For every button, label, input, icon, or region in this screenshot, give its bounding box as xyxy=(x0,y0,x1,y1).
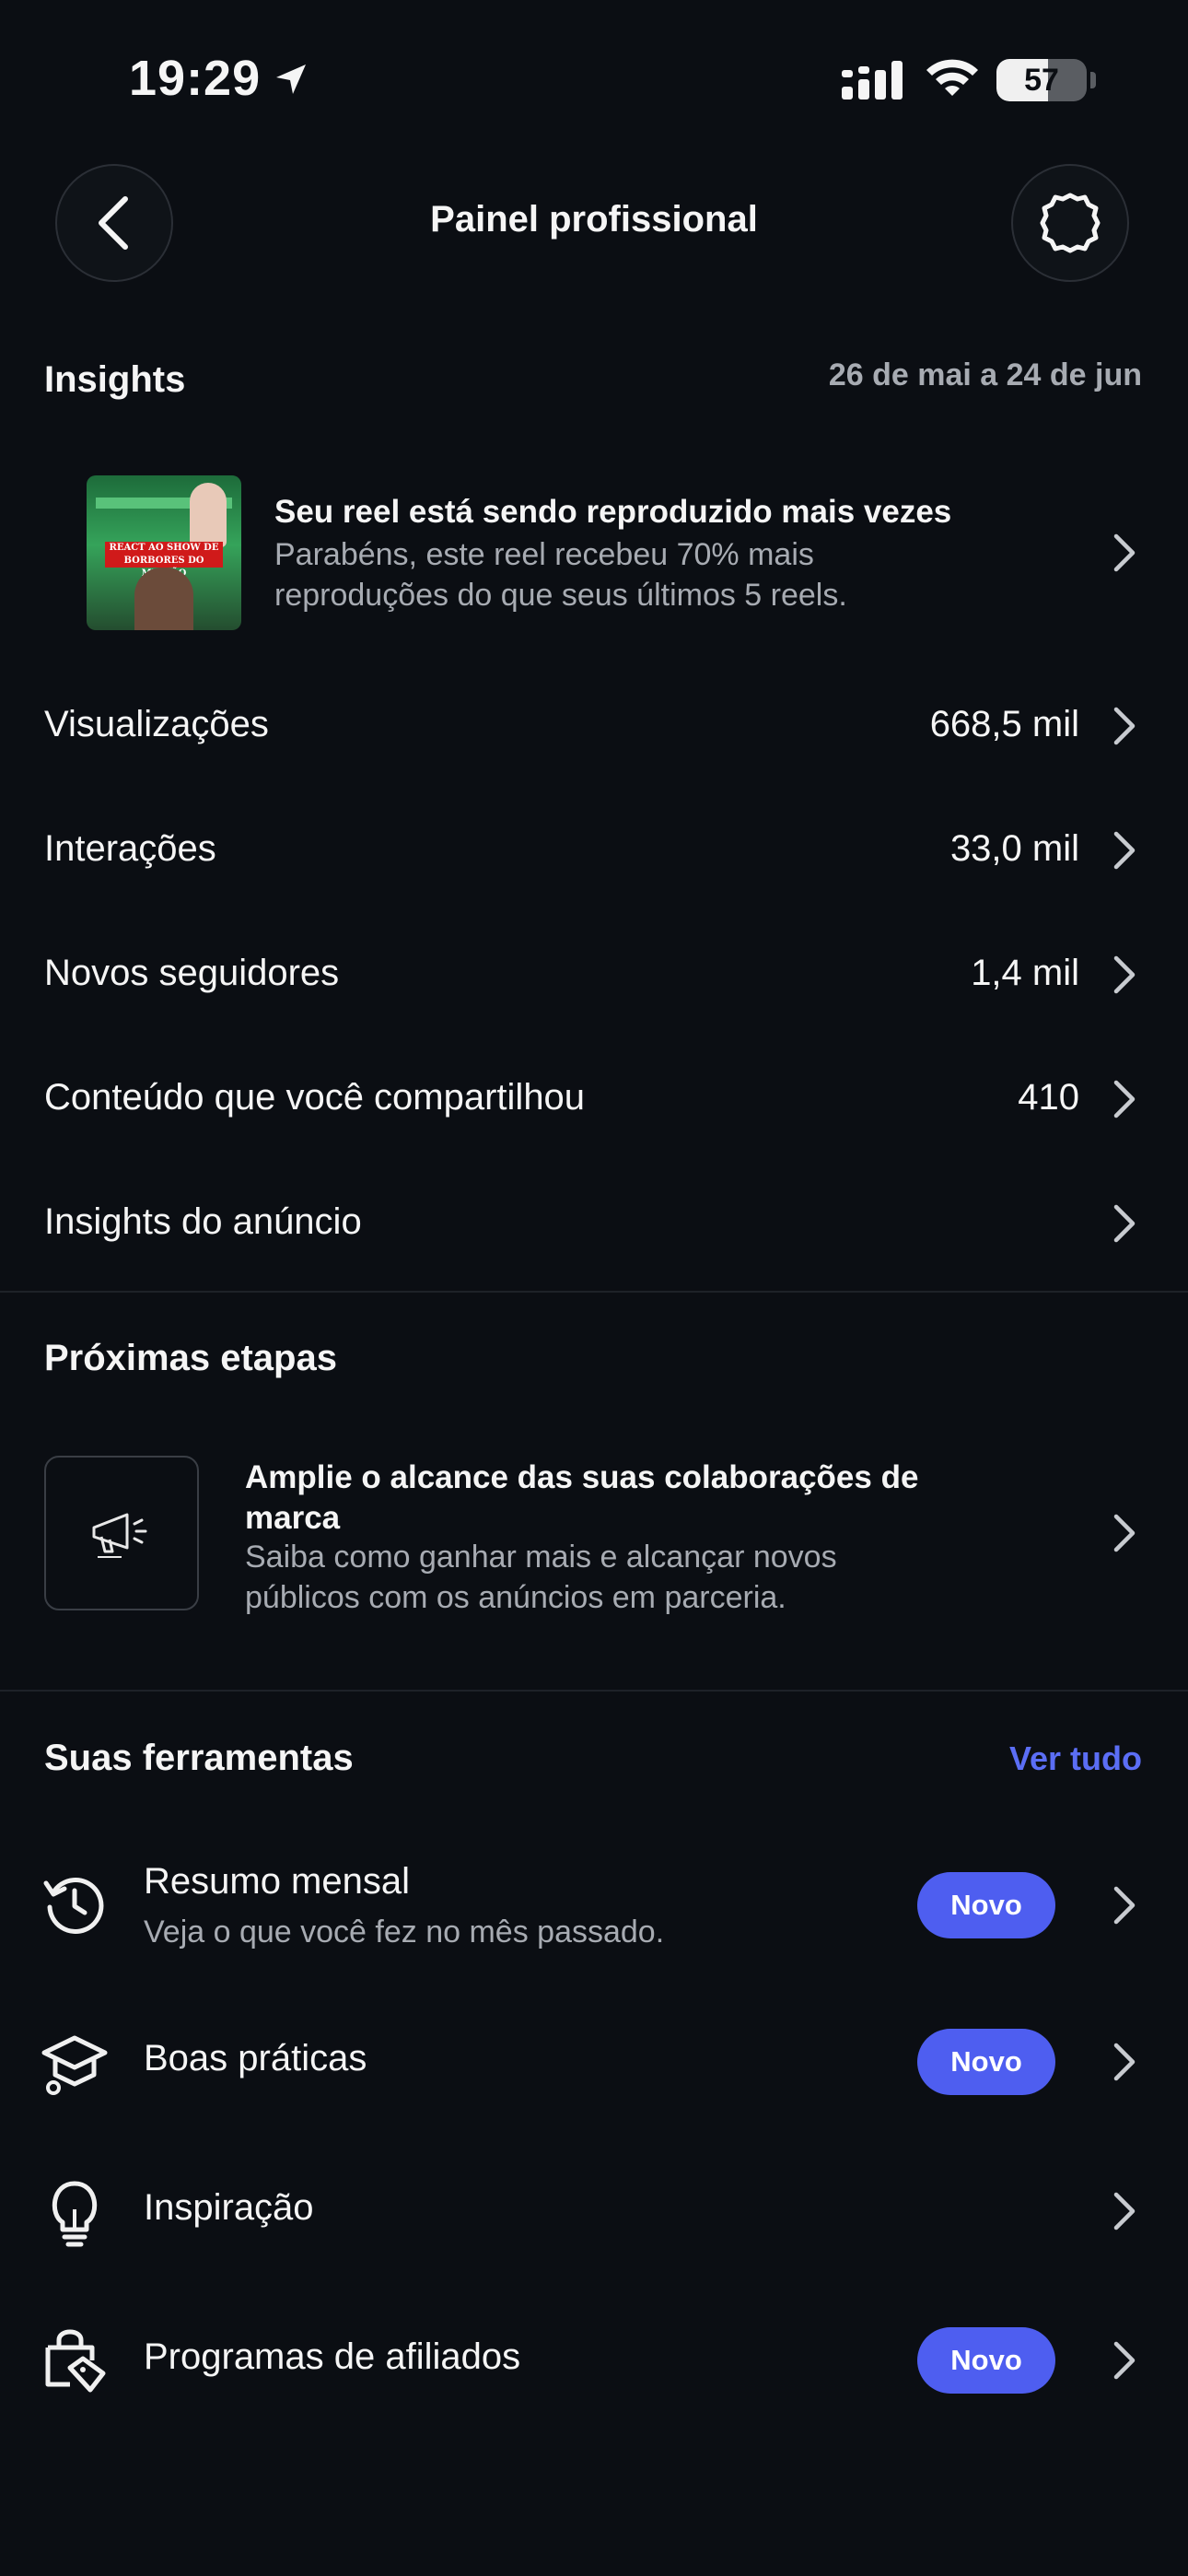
ns-title-line-2: marca xyxy=(245,1500,341,1536)
new-badge: Novo xyxy=(917,2029,1055,2095)
metric-label: Visualizações xyxy=(44,704,269,744)
chevron-right-icon[interactable] xyxy=(1112,2191,1136,2231)
reel-card-title: Seu reel está sendo reproduzido mais vez… xyxy=(274,494,952,530)
metric-row-ad-insights[interactable]: Insights do anúncio xyxy=(0,1168,1188,1279)
metric-value: 33,0 mil xyxy=(949,828,1079,869)
see-all-link[interactable]: Ver tudo xyxy=(1009,1739,1142,1778)
next-step-card-description: Saiba como ganhar mais e alcançar novos … xyxy=(245,1537,982,1618)
date-range[interactable]: 26 de mai a 24 de jun xyxy=(829,357,1142,393)
tools-title: Suas ferramentas xyxy=(44,1738,354,1778)
metric-value: 1,4 mil xyxy=(971,953,1079,993)
reel-thumbnail: REACT AO SHOW DE BORBORES DO MILHÃO xyxy=(87,475,241,630)
settings-button[interactable] xyxy=(1011,164,1129,282)
tool-label[interactable]: Inspiração xyxy=(144,2187,314,2229)
chevron-right-icon[interactable] xyxy=(1112,2340,1136,2381)
chevron-right-icon xyxy=(1112,706,1136,746)
reel-desc-line-1: Parabéns, este reel recebeu 70% mais xyxy=(274,537,814,572)
chevron-right-icon xyxy=(1112,1203,1136,1244)
metric-label: Novos seguidores xyxy=(44,953,340,993)
tool-label[interactable]: Boas práticas xyxy=(144,2038,367,2079)
metric-value: 410 xyxy=(1018,1077,1079,1118)
thumb-face xyxy=(134,568,193,630)
reel-insight-card[interactable]: REACT AO SHOW DE BORBORES DO MILHÃO Seu … xyxy=(0,461,1188,645)
tool-subtitle: Veja o que você fez no mês passado. xyxy=(144,1914,665,1950)
metric-label: Conteúdo que você compartilhou xyxy=(44,1077,586,1118)
battery-percentage: 57 xyxy=(1024,63,1059,98)
reel-desc-line-2: reproduções do que seus últimos 5 reels. xyxy=(274,578,847,613)
megaphone-icon-box xyxy=(44,1456,199,1610)
shopping-bag-tag-icon xyxy=(41,2325,109,2394)
chevron-right-icon xyxy=(1112,1079,1136,1119)
chevron-right-icon xyxy=(1112,954,1136,995)
chevron-right-icon xyxy=(1112,830,1136,871)
history-icon xyxy=(41,1870,109,1938)
ns-desc-line-1: Saiba como ganhar mais e alcançar novos xyxy=(245,1540,837,1575)
graduation-cap-icon xyxy=(41,2029,109,2097)
battery-tip xyxy=(1090,72,1096,88)
section-divider xyxy=(0,1690,1188,1692)
page-title: Painel profissional xyxy=(430,199,758,240)
insights-title: Insights xyxy=(44,359,186,400)
tool-label[interactable]: Programas de afiliados xyxy=(144,2336,520,2378)
metric-row-interactions[interactable]: Interações 33,0 mil xyxy=(0,795,1188,906)
metric-value: 668,5 mil xyxy=(929,704,1079,744)
metric-row-views[interactable]: Visualizações 668,5 mil xyxy=(0,671,1188,781)
megaphone-icon xyxy=(85,1496,158,1570)
next-step-card-title[interactable]: Amplie o alcance das suas colaborações d… xyxy=(245,1458,982,1539)
ns-title-line-1: Amplie o alcance das suas colaborações d… xyxy=(245,1459,919,1495)
battery-indicator: 57 xyxy=(996,59,1087,101)
location-arrow-icon xyxy=(273,61,309,98)
metric-row-new-followers[interactable]: Novos seguidores 1,4 mil xyxy=(0,919,1188,1030)
chevron-right-icon[interactable] xyxy=(1112,1513,1136,1553)
new-badge: Novo xyxy=(917,2327,1055,2394)
tool-label[interactable]: Resumo mensal xyxy=(144,1861,410,1903)
next-steps-title: Próximas etapas xyxy=(44,1338,337,1378)
chevron-right-icon[interactable] xyxy=(1112,2042,1136,2082)
wifi-icon xyxy=(925,57,980,98)
ns-desc-line-2: públicos com os anúncios em parceria. xyxy=(245,1580,786,1615)
lightbulb-icon xyxy=(41,2176,109,2248)
thumb-person xyxy=(190,483,227,547)
new-badge: Novo xyxy=(917,1872,1055,1938)
gear-icon xyxy=(1037,190,1103,256)
chevron-right-icon[interactable] xyxy=(1112,1885,1136,1926)
cellular-signal-icon xyxy=(842,61,906,100)
metric-label: Interações xyxy=(44,828,216,869)
metric-label: Insights do anúncio xyxy=(44,1201,362,1242)
reel-card-description: Parabéns, este reel recebeu 70% mais rep… xyxy=(274,534,974,615)
metric-row-content-shared[interactable]: Conteúdo que você compartilhou 410 xyxy=(0,1044,1188,1154)
status-time: 19:29 xyxy=(129,51,262,106)
section-divider xyxy=(0,1291,1188,1293)
thumb-banner-text: REACT AO SHOW DE BORBORES DO MILHÃO xyxy=(105,542,223,579)
chevron-right-icon xyxy=(1112,533,1136,573)
